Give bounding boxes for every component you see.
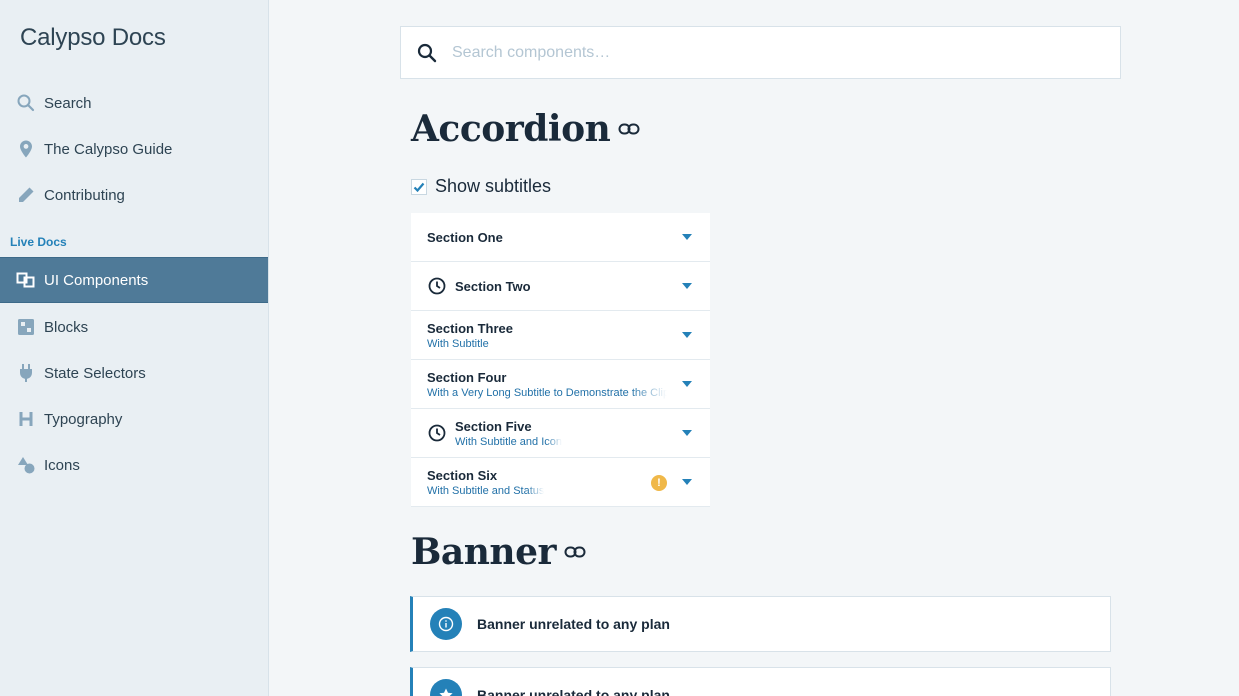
link-icon[interactable] xyxy=(618,122,640,136)
heading-icon xyxy=(16,409,36,429)
shapes-icon xyxy=(16,455,36,475)
search-bar xyxy=(400,26,1121,79)
accordion-item-title: Section Five xyxy=(455,418,532,434)
blocks-icon xyxy=(16,317,36,337)
accordion-item-subtitle: With Subtitle and Icon xyxy=(455,435,563,448)
accordion-item-subtitle: With a Very Long Subtitle to Demonstrate… xyxy=(427,386,667,399)
show-subtitles-label: Show subtitles xyxy=(435,176,552,196)
accordion-item-subtitle: With Subtitle and Status xyxy=(427,484,545,497)
star-icon xyxy=(430,679,462,696)
info-icon xyxy=(430,608,462,640)
sidebar-item-guide[interactable]: The Calypso Guide xyxy=(0,126,268,172)
chevron-down-icon xyxy=(682,430,692,436)
show-subtitles-checkbox[interactable] xyxy=(411,178,427,195)
section-label-live-docs: Live Docs xyxy=(10,235,67,249)
accordion-item[interactable]: Section One xyxy=(411,213,710,262)
chevron-down-icon xyxy=(682,381,692,387)
clock-icon xyxy=(427,276,447,296)
banner[interactable]: Banner unrelated to any plan xyxy=(410,667,1111,696)
sidebar-item-search[interactable]: Search xyxy=(0,80,268,126)
banner[interactable]: Banner unrelated to any plan xyxy=(410,596,1111,652)
banner-text: Banner unrelated to any plan xyxy=(477,616,670,632)
location-pin-icon xyxy=(16,139,36,159)
search-icon xyxy=(16,93,36,113)
search-input[interactable] xyxy=(452,43,1072,62)
sidebar-item-icons[interactable]: Icons xyxy=(0,442,268,488)
chevron-down-icon xyxy=(682,234,692,240)
chevron-down-icon xyxy=(682,332,692,338)
accordion-item-title: Section Three xyxy=(427,320,513,336)
sidebar-item-typography[interactable]: Typography xyxy=(0,396,268,442)
sidebar-item-label: State Selectors xyxy=(44,364,146,382)
page-title: Accordion xyxy=(411,108,611,150)
show-subtitles-toggle[interactable]: Show subtitles xyxy=(411,176,551,197)
sidebar-item-label: The Calypso Guide xyxy=(44,140,173,158)
sidebar-item-ui-components[interactable]: UI Components xyxy=(0,257,268,303)
plug-icon xyxy=(16,363,36,383)
banner-text: Banner unrelated to any plan xyxy=(477,687,670,696)
accordion-item[interactable]: Section Three With Subtitle xyxy=(411,311,710,360)
app-title[interactable]: Calypso Docs xyxy=(20,24,166,52)
accordion-item-subtitle: With Subtitle xyxy=(427,337,489,350)
chevron-down-icon xyxy=(682,479,692,485)
sidebar-item-label: Contributing xyxy=(44,186,125,204)
chevron-down-icon xyxy=(682,283,692,289)
sidebar-item-label: Search xyxy=(44,94,92,112)
section-title: Banner xyxy=(411,531,556,573)
banner-heading: Banner xyxy=(411,531,586,573)
link-icon[interactable] xyxy=(564,545,586,559)
sidebar-item-blocks[interactable]: Blocks xyxy=(0,304,268,350)
components-icon xyxy=(16,270,36,290)
sidebar-item-label: UI Components xyxy=(44,271,149,289)
accordion: Section One Section Two Section Three Wi… xyxy=(411,213,710,507)
accordion-heading: Accordion xyxy=(411,108,640,150)
sidebar-item-contributing[interactable]: Contributing xyxy=(0,172,268,218)
accordion-item[interactable]: Section Five With Subtitle and Icon xyxy=(411,409,710,458)
accordion-item-title: Section Six xyxy=(427,467,498,483)
sidebar-item-label: Icons xyxy=(44,456,80,474)
search-icon xyxy=(416,42,438,64)
sidebar-item-label: Typography xyxy=(44,410,123,428)
sidebar-item-state-selectors[interactable]: State Selectors xyxy=(0,350,268,396)
accordion-item-title: Section Two xyxy=(455,278,531,294)
clock-icon xyxy=(427,423,447,443)
accordion-item[interactable]: Section Four With a Very Long Subtitle t… xyxy=(411,360,710,409)
accordion-item[interactable]: Section Six With Subtitle and Status ! xyxy=(411,458,710,507)
accordion-item-title: Section One xyxy=(427,229,503,245)
accordion-item[interactable]: Section Two xyxy=(411,262,710,311)
pencil-icon xyxy=(16,185,36,205)
sidebar: Calypso Docs Search The Calypso Guide Co… xyxy=(0,0,269,696)
sidebar-item-label: Blocks xyxy=(44,318,89,336)
accordion-item-title: Section Four xyxy=(427,369,507,385)
warning-status-icon: ! xyxy=(651,475,667,491)
